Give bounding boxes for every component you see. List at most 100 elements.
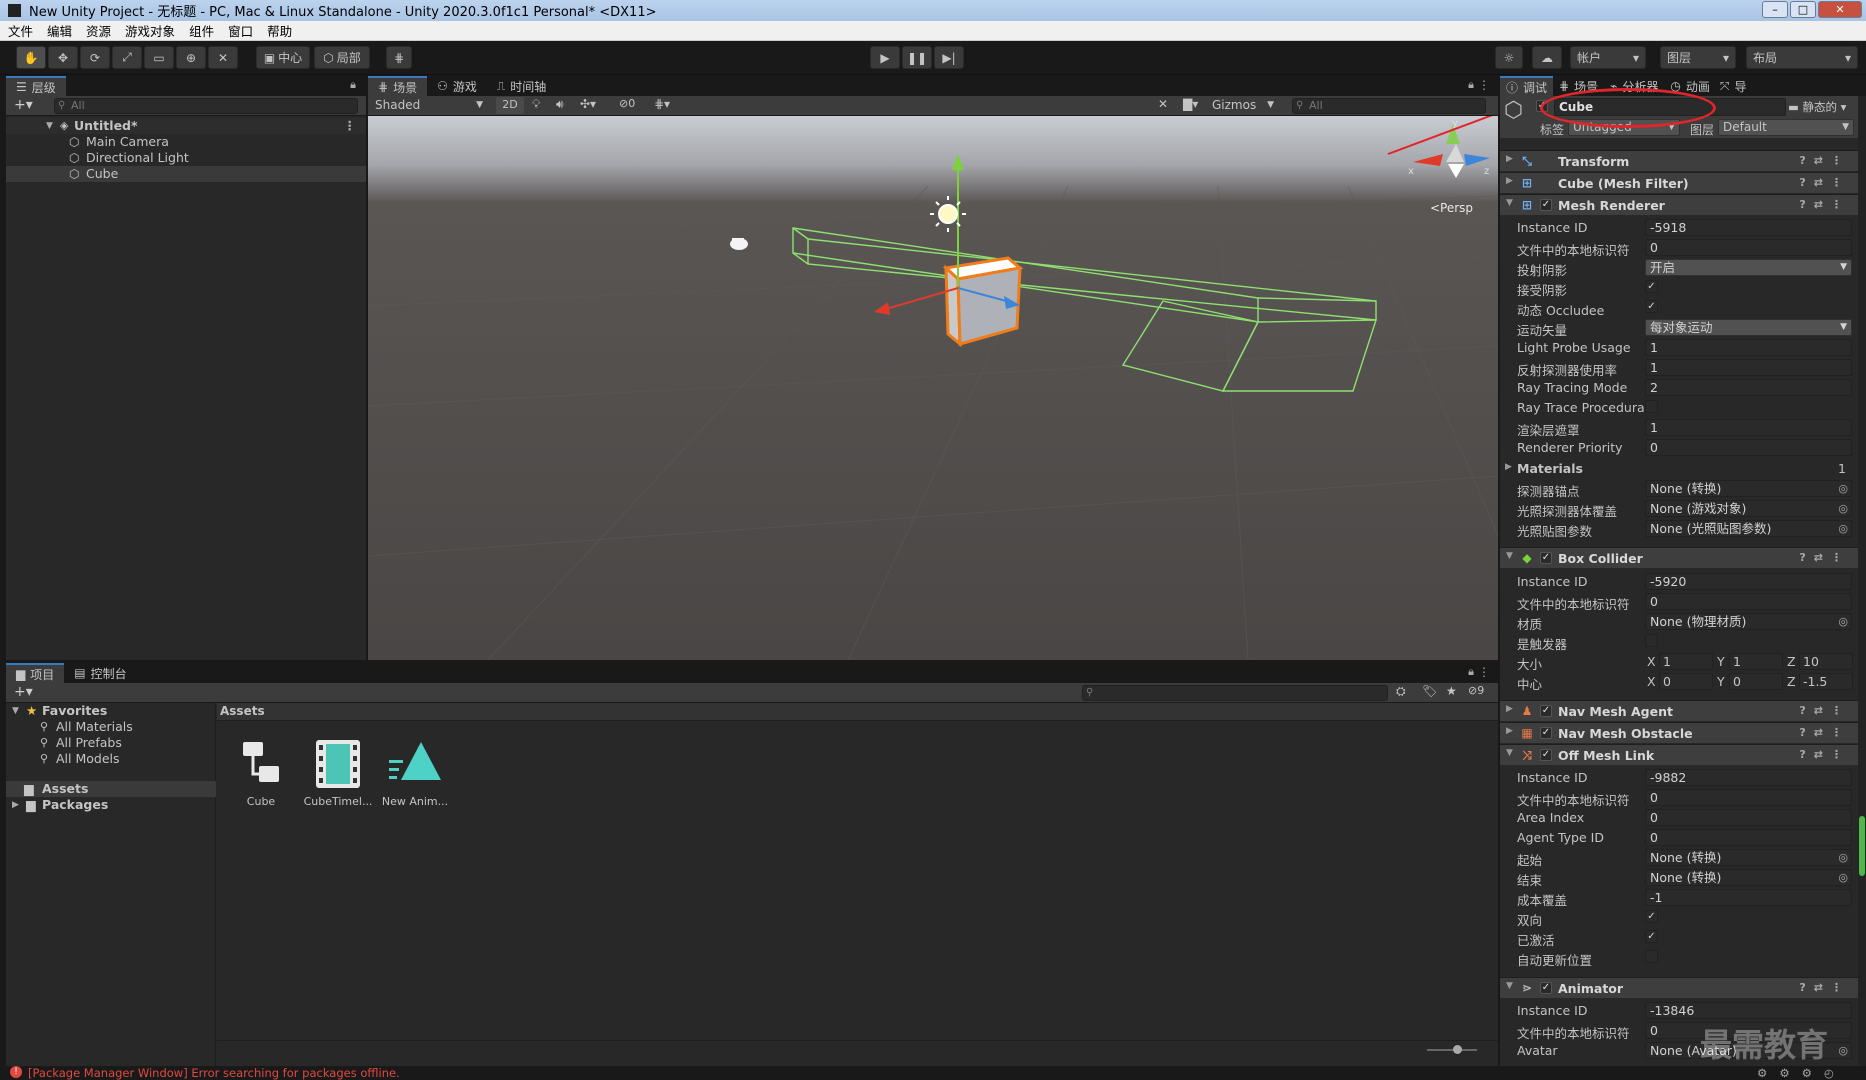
object-picker-icon[interactable]: ◎ [1838, 521, 1848, 536]
property-field[interactable]: -13846 [1645, 1002, 1852, 1019]
component-nav-mesh-agent[interactable]: ▶ ♟ ✓ Nav Mesh Agent ?⇄⋮ [1500, 700, 1858, 721]
packages-folder-row[interactable]: ▶ ▆ Packages [6, 797, 216, 813]
property-field[interactable]: 0 [1645, 439, 1852, 456]
property-field[interactable]: 1 [1645, 339, 1852, 356]
toggle-2d-button[interactable]: 2D [496, 97, 524, 114]
component-enabled-checkbox[interactable]: ✓ [1540, 727, 1552, 739]
tab-navigation[interactable]: ⤧ 导 [1716, 76, 1751, 96]
scene-canvas[interactable]: x z y <Persp [368, 116, 1498, 660]
object-field[interactable]: None (物理材质) ◎ [1645, 613, 1852, 630]
lighting-icon[interactable]: 💡︎ [532, 97, 540, 112]
property-checkbox[interactable] [1645, 634, 1658, 647]
scene-search-input[interactable]: ⚲ All [1292, 98, 1486, 114]
minimize-button[interactable]: – [1762, 1, 1788, 18]
zoom-slider-handle[interactable] [1453, 1045, 1462, 1054]
layout-dropdown[interactable]: 布局 ▾ [1746, 46, 1858, 69]
menu-component[interactable]: 组件 [189, 21, 214, 40]
menu-gameobject[interactable]: 游戏对象 [125, 21, 175, 40]
tab-inspector-debug[interactable]: ⓘ 调试 [1500, 76, 1554, 96]
tab-hierarchy[interactable]: ☰ 层级 [6, 76, 66, 96]
zoom-slider-track[interactable] [1427, 1049, 1477, 1051]
favorite-item[interactable]: ⚲ All Models [6, 751, 216, 767]
step-button[interactable]: ▶| [934, 46, 964, 69]
property-field[interactable]: 1 [1645, 419, 1852, 436]
object-field[interactable]: None (转换) ◎ [1645, 869, 1852, 886]
object-picker-icon[interactable]: ◎ [1838, 1043, 1848, 1058]
tab-timeline[interactable]: ⎍ 时间轴 [487, 76, 556, 96]
static-dropdown[interactable]: ▬ 静态的 ▾ [1788, 99, 1854, 115]
scene-viewport[interactable]: x z y <Persp [368, 116, 1498, 660]
inspector-scrollbar[interactable] [1858, 96, 1866, 1066]
property-field[interactable]: 1 [1645, 359, 1852, 376]
property-dropdown[interactable]: 每对象运动 ▼ [1645, 319, 1852, 336]
menu-window[interactable]: 窗口 [228, 21, 253, 40]
materials-row[interactable]: ▶ Materials 1 [1505, 459, 1858, 479]
property-field[interactable]: -9882 [1645, 769, 1852, 786]
breadcrumb-label[interactable]: Assets [220, 704, 265, 718]
component-box-collider[interactable]: ▼ ◆ ✓ Box Collider ?⇄⋮ [1500, 547, 1858, 568]
component-animator[interactable]: ▼ ⋗ ✓ Animator ?⇄⋮ [1500, 977, 1858, 998]
component-tools-icon[interactable]: ?⇄⋮ [1799, 551, 1850, 564]
property-field[interactable]: 0 [1645, 789, 1852, 806]
grid-snap-icon[interactable]: ⋕ [386, 46, 412, 69]
collab-icon[interactable]: ☼ [1495, 46, 1523, 69]
object-field[interactable]: None (转换) ◎ [1645, 849, 1852, 866]
tab-console[interactable]: ▤ 控制台 [64, 663, 136, 683]
menu-help[interactable]: 帮助 [267, 21, 292, 40]
component-tools-icon[interactable]: ?⇄⋮ [1799, 726, 1850, 739]
property-field[interactable]: 0 [1645, 829, 1852, 846]
scene-root-row[interactable]: ▼ ◈ Untitled* ⋮ [6, 118, 366, 134]
add-icon[interactable]: +▾ [14, 97, 33, 113]
component-tools-icon[interactable]: ?⇄⋮ [1799, 198, 1850, 211]
gizmos-dropdown[interactable]: Gizmos ▼ [1208, 97, 1278, 114]
center-y-field[interactable]: 0 [1729, 673, 1783, 690]
asset-cube-timeline[interactable]: CubeTimel... [300, 736, 376, 808]
component-off-mesh-link[interactable]: ▼ ⤨ ✓ Off Mesh Link ?⇄⋮ [1500, 744, 1858, 765]
object-field[interactable]: None (转换) ◎ [1645, 480, 1852, 497]
layer-dropdown[interactable]: Default ▼ [1718, 119, 1854, 136]
maximize-button[interactable]: □ [1790, 1, 1816, 18]
property-checkbox[interactable]: ✓ [1645, 930, 1658, 943]
custom-tool-icon[interactable]: ✕ [208, 46, 238, 69]
pause-button[interactable]: ❚❚ [902, 46, 932, 69]
status-icons[interactable]: ⚙⚙⚙◴ [1757, 1066, 1846, 1080]
close-button[interactable]: ✕ [1818, 1, 1862, 18]
tab-game[interactable]: ⚇ 游戏 [427, 76, 487, 96]
hierarchy-item-cube[interactable]: ⬡ Cube [6, 166, 366, 182]
component-enabled-checkbox[interactable]: ✓ [1540, 199, 1552, 211]
property-checkbox[interactable]: ✓ [1645, 280, 1658, 293]
component-enabled-checkbox[interactable]: ✓ [1540, 749, 1552, 761]
component-transform[interactable]: ▶ ⤡ Transform ?⇄⋮ [1500, 150, 1858, 171]
lock-icon[interactable]: 🔒︎ [1468, 665, 1474, 679]
tools-icon[interactable]: ✕ [1158, 97, 1168, 111]
component-enabled-checkbox[interactable]: ✓ [1540, 705, 1552, 717]
favorites-row[interactable]: ▼ ★ Favorites [6, 703, 216, 719]
hierarchy-search-input[interactable]: ⚲ All [54, 98, 358, 114]
status-message[interactable]: [Package Manager Window] Error searching… [28, 1066, 400, 1080]
property-field[interactable]: -1 [1645, 889, 1852, 906]
account-dropdown[interactable]: 帐户 ▾ [1570, 46, 1646, 69]
effects-icon[interactable]: ✣▾ [580, 97, 596, 111]
asset-cube[interactable]: Cube [223, 736, 299, 808]
property-field[interactable]: 0 [1645, 239, 1852, 256]
hierarchy-item-directional-light[interactable]: ⬡ Directional Light [6, 150, 366, 166]
favorite-star-icon[interactable]: ★ [1446, 684, 1457, 698]
property-checkbox[interactable]: ✓ [1645, 300, 1658, 313]
scale-tool-icon[interactable]: ⤢ [112, 46, 142, 69]
move-tool-icon[interactable]: ✥ [48, 46, 78, 69]
property-checkbox[interactable] [1645, 950, 1658, 963]
more-icon[interactable]: ⋮ [1478, 665, 1490, 679]
component-enabled-checkbox[interactable]: ✓ [1540, 552, 1552, 564]
component-nav-mesh-obstacle[interactable]: ▶ ▦ ✓ Nav Mesh Obstacle ?⇄⋮ [1500, 722, 1858, 743]
property-field[interactable]: 0 [1645, 809, 1852, 826]
grid-toggle-icon[interactable]: ⋕▾ [654, 97, 670, 111]
center-x-field[interactable]: 0 [1659, 673, 1713, 690]
component-mesh-filter[interactable]: ▶ ⊞ Cube (Mesh Filter) ?⇄⋮ [1500, 172, 1858, 193]
component-tools-icon[interactable]: ?⇄⋮ [1799, 981, 1850, 994]
component-tools-icon[interactable]: ?⇄⋮ [1799, 704, 1850, 717]
component-mesh-renderer[interactable]: ▼ ⊞ ✓ Mesh Renderer ?⇄⋮ [1500, 194, 1858, 215]
filter-by-label-icon[interactable]: 🏷︎ [1422, 684, 1437, 698]
layers-dropdown[interactable]: 图层 ▾ [1660, 46, 1736, 69]
size-z-field[interactable]: 10 [1799, 653, 1853, 670]
component-tools-icon[interactable]: ?⇄⋮ [1799, 154, 1850, 167]
